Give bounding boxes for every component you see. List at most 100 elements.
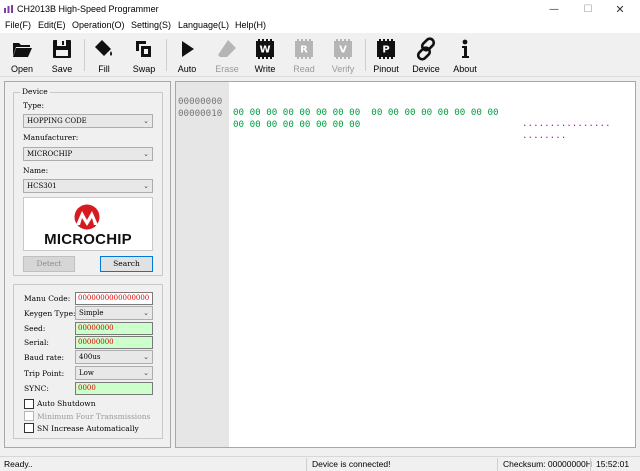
read-button[interactable]: R Read bbox=[288, 35, 320, 75]
detect-button[interactable]: Detect bbox=[23, 256, 75, 272]
type-label: Type: bbox=[23, 101, 45, 110]
menu-operation[interactable]: Operation(O) bbox=[72, 20, 125, 30]
auto-shutdown-checkbox[interactable] bbox=[24, 399, 34, 409]
auto-button[interactable]: Auto bbox=[171, 35, 203, 75]
eraser-icon bbox=[218, 40, 236, 57]
play-icon bbox=[182, 41, 194, 57]
menu-help[interactable]: Help(H) bbox=[235, 20, 266, 30]
chip-p-icon: P bbox=[377, 39, 395, 59]
fill-button[interactable]: Fill bbox=[88, 35, 120, 75]
status-separator bbox=[497, 458, 498, 471]
serial-label: Serial: bbox=[24, 338, 49, 347]
save-label: Save bbox=[51, 64, 73, 74]
minimize-button[interactable]: — bbox=[540, 0, 568, 19]
search-button[interactable]: Search bbox=[100, 256, 153, 272]
baud-rate-label: Baud rate: bbox=[24, 353, 65, 362]
auto-label: Auto bbox=[177, 64, 197, 74]
swap-label: Swap bbox=[132, 64, 156, 74]
logo-text: MICROCHIP bbox=[44, 231, 132, 248]
chip-v-icon: V bbox=[334, 39, 352, 59]
pinout-button[interactable]: P Pinout bbox=[370, 35, 402, 75]
about-button[interactable]: About bbox=[449, 35, 481, 75]
chip-letter-p: P bbox=[382, 45, 389, 56]
write-label: Write bbox=[254, 64, 276, 74]
info-icon bbox=[462, 39, 469, 58]
baud-rate-select[interactable]: 400us ⌄ bbox=[75, 350, 153, 364]
toolbar: Open Save Fill Swap Auto Erase W Write R… bbox=[0, 33, 640, 77]
toolbar-separator bbox=[365, 39, 366, 71]
chip-letter-r: R bbox=[300, 45, 308, 56]
verify-label: Verify bbox=[331, 64, 355, 74]
open-button[interactable]: Open bbox=[6, 35, 38, 75]
device-group-title: Device bbox=[20, 87, 50, 96]
chip-letter-w: W bbox=[259, 45, 270, 56]
about-label: About bbox=[453, 64, 477, 74]
status-separator bbox=[590, 458, 591, 471]
manufacturer-select[interactable]: MICROCHIP ⌄ bbox=[23, 147, 153, 161]
min-four-transmissions-checkbox[interactable] bbox=[24, 411, 34, 421]
seed-field[interactable]: 00000000 bbox=[75, 322, 153, 335]
swap-icon bbox=[136, 41, 151, 57]
swap-button[interactable]: Swap bbox=[128, 35, 160, 75]
chip-letter-v: V bbox=[339, 45, 347, 56]
chevron-down-icon: ⌄ bbox=[143, 309, 149, 317]
type-select[interactable]: HOPPING CODE ⌄ bbox=[23, 114, 153, 128]
status-checksum: Checksum: 00000000H bbox=[503, 459, 592, 469]
name-value: HCS301 bbox=[27, 182, 57, 190]
fill-label: Fill bbox=[98, 64, 110, 74]
type-value: HOPPING CODE bbox=[27, 117, 87, 125]
name-label: Name: bbox=[23, 166, 49, 175]
hex-editor[interactable]: 00000000 00 00 00 00 00 00 00 00 00 00 0… bbox=[175, 81, 636, 448]
manu-code-field[interactable]: 0000000000000000 bbox=[75, 292, 153, 305]
sn-increase-checkbox[interactable] bbox=[24, 423, 34, 433]
chevron-down-icon: ⌄ bbox=[143, 117, 149, 125]
window-title: CH2013B High-Speed Programmer bbox=[17, 4, 159, 14]
trip-point-value: Low bbox=[79, 369, 94, 377]
chip-r-icon: R bbox=[295, 39, 313, 59]
sn-increase-label: SN Increase Automatically bbox=[37, 424, 139, 433]
hex-row: 00000010 00 00 00 00 00 00 00 00 .......… bbox=[176, 97, 566, 152]
sync-label: SYNC: bbox=[24, 384, 49, 393]
fill-bucket-icon bbox=[95, 40, 112, 56]
hex-bytes[interactable]: 00 00 00 00 00 00 00 00 bbox=[233, 119, 360, 130]
chevron-down-icon: ⌄ bbox=[143, 369, 149, 377]
erase-button[interactable]: Erase bbox=[211, 35, 243, 75]
status-bar: Ready.. Device is connected! Checksum: 0… bbox=[0, 456, 640, 471]
erase-label: Erase bbox=[215, 64, 239, 74]
hex-ascii[interactable]: ........ bbox=[522, 130, 566, 141]
manu-code-label: Manu Code: bbox=[24, 294, 71, 303]
status-ready: Ready.. bbox=[4, 459, 33, 469]
baud-rate-value: 400us bbox=[79, 353, 101, 361]
hex-bytes[interactable]: 00 00 00 00 00 00 00 00 00 00 00 00 00 0… bbox=[233, 107, 499, 118]
sync-field[interactable]: 0000 bbox=[75, 382, 153, 395]
write-button[interactable]: W Write bbox=[249, 35, 281, 75]
device-label: Device bbox=[412, 64, 440, 74]
device-button[interactable]: Device bbox=[410, 35, 442, 75]
seed-label: Seed: bbox=[24, 324, 46, 333]
maximize-button[interactable]: ☐ bbox=[574, 0, 602, 19]
keygen-type-select[interactable]: Simple ⌄ bbox=[75, 306, 153, 320]
name-select[interactable]: HCS301 ⌄ bbox=[23, 179, 153, 193]
trip-point-select[interactable]: Low ⌄ bbox=[75, 366, 153, 380]
close-button[interactable]: ✕ bbox=[606, 0, 634, 19]
open-label: Open bbox=[10, 64, 34, 74]
toolbar-separator bbox=[166, 39, 167, 71]
serial-field[interactable]: 00000000 bbox=[75, 336, 153, 349]
chevron-down-icon: ⌄ bbox=[143, 353, 149, 361]
hex-ascii[interactable]: ................ bbox=[522, 118, 611, 129]
title-bar: CH2013B High-Speed Programmer — ☐ ✕ bbox=[0, 0, 640, 19]
menu-language[interactable]: Language(L) bbox=[178, 20, 229, 30]
save-disk-icon bbox=[53, 40, 71, 58]
menu-edit[interactable]: Edit(E) bbox=[38, 20, 66, 30]
status-time: 15:52:01 bbox=[596, 459, 630, 469]
save-button[interactable]: Save bbox=[46, 35, 78, 75]
manufacturer-logo: MICROCHIP bbox=[23, 197, 153, 251]
menu-file[interactable]: File(F) bbox=[5, 20, 31, 30]
min-four-transmissions-label: Minimum Four Transmissions bbox=[37, 412, 151, 421]
open-folder-icon bbox=[13, 43, 32, 57]
menu-setting[interactable]: Setting(S) bbox=[131, 20, 171, 30]
chevron-down-icon: ⌄ bbox=[143, 182, 149, 190]
manufacturer-label: Manufacturer: bbox=[23, 133, 79, 142]
verify-button[interactable]: V Verify bbox=[327, 35, 359, 75]
status-connection: Device is connected! bbox=[312, 459, 391, 469]
